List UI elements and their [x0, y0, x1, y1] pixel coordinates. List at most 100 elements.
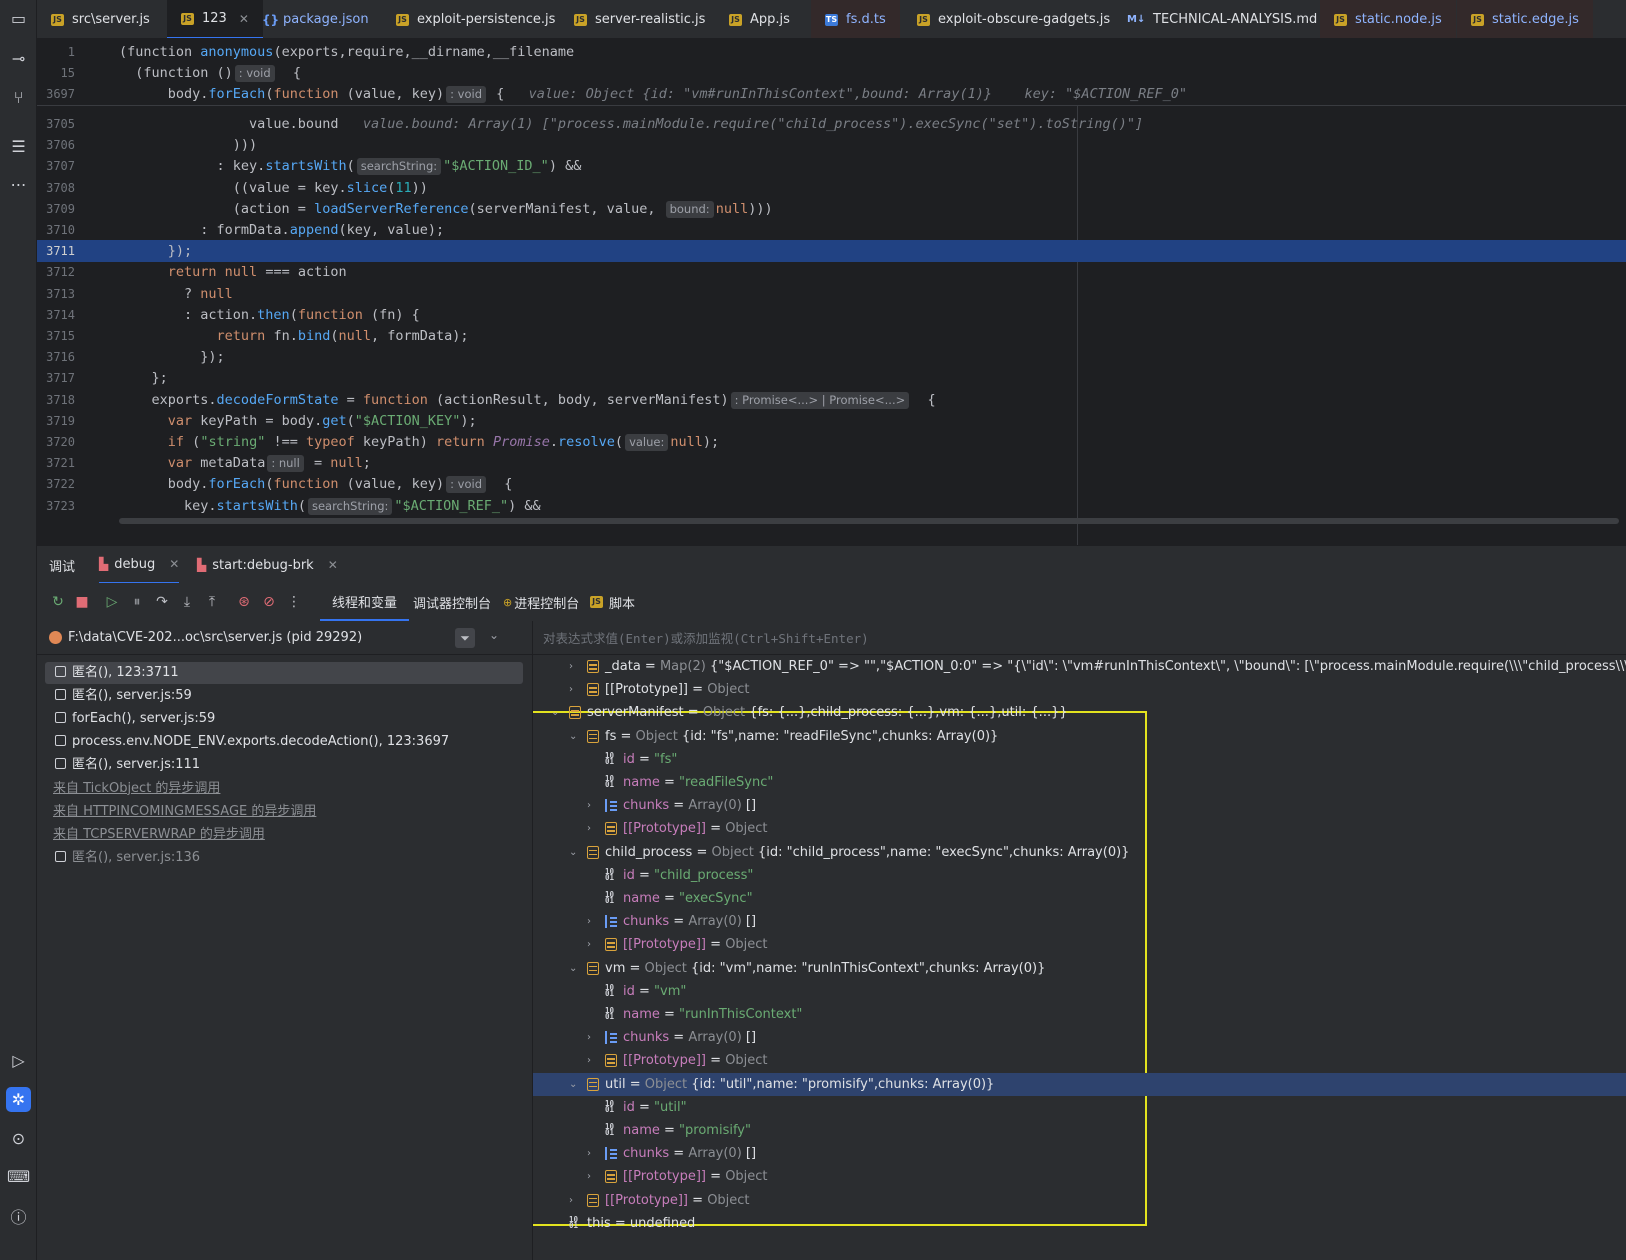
thread-selector[interactable]: F:\data\CVE-202...oc\src\server.js (pid …	[37, 621, 533, 655]
code-line[interactable]: 15 (function (): void {	[37, 62, 1626, 84]
variable-row[interactable]: › [[Prototype]] = Object	[533, 1189, 1626, 1212]
tab-src-server-js[interactable]: JS src\server.js	[37, 0, 164, 38]
run-icon[interactable]: ▷	[6, 1048, 31, 1073]
line-number[interactable]: 3714	[37, 304, 75, 326]
line-number[interactable]: 3716	[37, 346, 75, 368]
code-line[interactable]: 3710 : formData.append(key, value);	[37, 219, 1626, 241]
code-line[interactable]: 3717 };	[37, 367, 1626, 389]
stack-frame[interactable]: 来自 TCPSERVERWRAP 的异步调用	[45, 824, 523, 846]
more-icon[interactable]: ⋯	[6, 172, 31, 197]
variable-row[interactable]: › chunks = Array(0) []	[533, 1026, 1626, 1049]
code-line[interactable]: 3718 exports.decodeFormState = function …	[37, 389, 1626, 411]
chevron-right-icon[interactable]: ›	[587, 1142, 597, 1165]
tab-process-console[interactable]: ⊕ 进程控制台	[503, 583, 579, 621]
stack-frame[interactable]: 匿名(), 123:3711	[45, 662, 523, 684]
code-line[interactable]: 3706 )))	[37, 134, 1626, 156]
debug-icon[interactable]: ✲	[6, 1087, 31, 1112]
chevron-right-icon[interactable]: ›	[569, 655, 579, 678]
resume-icon[interactable]: ▷	[103, 593, 121, 611]
pause-icon[interactable]: ⏸	[128, 593, 146, 611]
variable-row[interactable]: 10 01 name = "promisify"	[533, 1119, 1626, 1142]
variable-row[interactable]: › _data = Map(2) {"$ACTION_REF_0" => "","…	[533, 655, 1626, 678]
line-number[interactable]: 3709	[37, 198, 75, 220]
variable-row[interactable]: 10 01 id = "util"	[533, 1096, 1626, 1119]
code-line[interactable]: 1 (function anonymous(exports,require,__d…	[37, 41, 1626, 63]
terminal-icon[interactable]: ⌨	[6, 1164, 31, 1189]
variable-row[interactable]: ⌄ child_process = Object {id: "child_proc…	[533, 841, 1626, 864]
chevron-right-icon[interactable]: ›	[587, 1026, 597, 1049]
more-actions-icon[interactable]: ⋮	[285, 593, 303, 611]
stack-frame[interactable]: process.env.NODE_ENV.exports.decodeActio…	[45, 731, 523, 753]
code-line[interactable]: 3708 ((value = key.slice(11))	[37, 177, 1626, 199]
variable-row[interactable]: ⌄ util = Object {id: "util",name: "promis…	[533, 1072, 1626, 1096]
services-icon[interactable]: ⊙	[6, 1126, 31, 1151]
line-number[interactable]: 3723	[37, 495, 75, 517]
line-number[interactable]: 3705	[37, 113, 75, 135]
view-breakpoints-icon[interactable]: ⊛	[235, 593, 253, 611]
tab-fs-d-ts[interactable]: TS fs.d.ts	[811, 0, 900, 38]
stack-frame[interactable]: forEach(), server.js:59	[45, 708, 523, 730]
code-line[interactable]: 3707 : key.startsWith(searchString: "$ACT…	[37, 155, 1626, 177]
code-line[interactable]: 3712 return null === action	[37, 261, 1626, 283]
tab-debugger-console[interactable]: 调试器控制台	[413, 583, 491, 621]
variable-row[interactable]: › [[Prototype]] = Object	[533, 678, 1626, 701]
variable-row[interactable]: 10 01 this = undefined	[533, 1212, 1626, 1235]
chevron-right-icon[interactable]: ›	[587, 817, 597, 840]
line-number[interactable]: 3707	[37, 155, 75, 177]
variable-row[interactable]: › [[Prototype]] = Object	[533, 817, 1626, 840]
tab-start-debug-brk[interactable]: ▙ start:debug-brk ✕	[197, 546, 338, 584]
variable-row[interactable]: 10 01 name = "runInThisContext"	[533, 1003, 1626, 1026]
chevron-down-icon[interactable]: ⌄	[551, 701, 561, 724]
code-editor[interactable]: 1 (function anonymous(exports,require,__d…	[37, 40, 1626, 545]
chevron-right-icon[interactable]: ›	[587, 794, 597, 817]
code-line[interactable]: 3711 });	[37, 240, 1626, 263]
line-number[interactable]: 3715	[37, 325, 75, 347]
chevron-down-icon[interactable]: ⌄	[569, 725, 579, 748]
code-line[interactable]: 3705 value.bound value.bound: Array(1) […	[37, 113, 1626, 135]
watch-expression-input[interactable]: 对表达式求值(Enter)或添加监视(Ctrl+Shift+Enter)	[533, 621, 1626, 655]
code-line[interactable]: 3697 body.forEach(function (value, key):…	[37, 83, 1626, 105]
code-line[interactable]: 3719 var keyPath = body.get("$ACTION_KEY…	[37, 410, 1626, 432]
problems-icon[interactable]: ⓘ	[6, 1203, 31, 1228]
line-number[interactable]: 3712	[37, 261, 75, 283]
stack-frame[interactable]: 匿名(), server.js:59	[45, 685, 523, 707]
line-number[interactable]: 3717	[37, 367, 75, 389]
line-number[interactable]: 1	[37, 41, 75, 63]
stack-frame[interactable]: 匿名(), server.js:111	[45, 754, 523, 776]
variable-row[interactable]: › [[Prototype]] = Object	[533, 933, 1626, 956]
line-number[interactable]: 3719	[37, 410, 75, 432]
line-number[interactable]: 3697	[37, 83, 75, 105]
line-number[interactable]: 3718	[37, 389, 75, 411]
chevron-down-icon[interactable]: ⌄	[489, 628, 499, 642]
variable-row[interactable]: › chunks = Array(0) []	[533, 794, 1626, 817]
variable-row[interactable]: › chunks = Array(0) []	[533, 1142, 1626, 1165]
code-line[interactable]: 3715 return fn.bind(null, formData);	[37, 325, 1626, 347]
branches-icon[interactable]: ⑂	[6, 85, 31, 110]
code-line[interactable]: 3709 (action = loadServerReference(serve…	[37, 198, 1626, 220]
variable-row[interactable]: ⌄ fs = Object {id: "fs",name: "readFileSy…	[533, 725, 1626, 748]
line-number[interactable]: 15	[37, 62, 75, 84]
code-line[interactable]: 3713 ? null	[37, 283, 1626, 305]
variable-row[interactable]: 10 01 id = "child_process"	[533, 864, 1626, 887]
chevron-down-icon[interactable]: ⌄	[569, 841, 579, 864]
tab-threads-variables[interactable]: 线程和变量	[320, 583, 410, 621]
close-icon[interactable]: ✕	[328, 558, 338, 572]
line-number[interactable]: 3711	[37, 240, 75, 262]
variable-row[interactable]: › [[Prototype]] = Object	[533, 1165, 1626, 1188]
code-line[interactable]: 3716 });	[37, 346, 1626, 368]
stop-icon[interactable]: ■	[73, 593, 91, 611]
variable-row[interactable]: 10 01 id = "vm"	[533, 980, 1626, 1003]
variable-row[interactable]: › chunks = Array(0) []	[533, 910, 1626, 933]
variable-row[interactable]: 10 01 id = "fs"	[533, 748, 1626, 771]
variable-row[interactable]: 10 01 name = "execSync"	[533, 887, 1626, 910]
structure-icon[interactable]: ☰	[6, 134, 31, 159]
filter-icon[interactable]: ⏷	[455, 628, 475, 648]
commit-icon[interactable]: ⊸	[6, 46, 31, 71]
step-over-icon[interactable]: ↷	[153, 593, 171, 611]
tab-server-realistic-js[interactable]: JS server-realistic.js	[560, 0, 719, 38]
step-into-icon[interactable]: ⤓	[178, 593, 196, 611]
variable-row[interactable]: ⌄ vm = Object {id: "vm",name: "runInThisC…	[533, 957, 1626, 980]
stack-frame[interactable]: 匿名(), server.js:136	[45, 847, 523, 869]
rerun-icon[interactable]: ↻	[49, 593, 67, 611]
chevron-right-icon[interactable]: ›	[569, 1189, 579, 1212]
